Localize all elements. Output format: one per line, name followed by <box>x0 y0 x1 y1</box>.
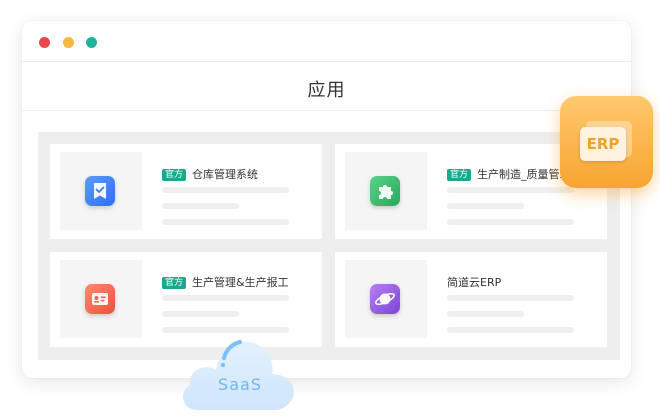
app-card-title: 生产管理&生产报工 <box>192 275 289 289</box>
app-thumbnail <box>345 152 427 230</box>
placeholder-line <box>447 311 524 317</box>
app-grid: 官方 仓库管理系统 官方 生产制造_质量管理 官方 生产管理&生产报工 简道云E… <box>38 132 620 360</box>
official-badge: 官方 <box>162 276 187 289</box>
cloud-icon <box>183 340 294 410</box>
placeholder-line <box>162 187 289 193</box>
app-thumbnail <box>345 260 427 338</box>
app-thumbnail <box>60 260 142 338</box>
id-card-icon <box>85 284 115 314</box>
saas-label: SaaS <box>218 375 262 394</box>
erp-app-icon: ERP <box>560 96 653 188</box>
placeholder-line <box>447 203 524 209</box>
window-titlebar <box>22 21 631 62</box>
official-badge: 官方 <box>447 168 472 181</box>
placeholder-line <box>447 219 574 225</box>
window-minimize-button[interactable] <box>63 37 74 48</box>
erp-label: ERP <box>580 127 626 161</box>
placeholder-line <box>162 203 239 209</box>
placeholder-line <box>447 327 574 333</box>
app-card-jiandaoyun-erp[interactable]: 简道云ERP <box>335 252 607 347</box>
page-header: 应用 <box>22 62 631 111</box>
app-card-title: 仓库管理系统 <box>192 167 259 181</box>
placeholder-line <box>162 311 239 317</box>
app-thumbnail <box>60 152 142 230</box>
placeholder-line <box>447 295 574 301</box>
app-card-warehouse[interactable]: 官方 仓库管理系统 <box>50 144 322 239</box>
window-maximize-button[interactable] <box>86 37 97 48</box>
checklist-icon <box>85 176 115 206</box>
planet-icon <box>370 284 400 314</box>
placeholder-line <box>447 187 574 193</box>
page-title: 应用 <box>307 80 346 101</box>
app-card-title: 简道云ERP <box>447 275 502 289</box>
app-card-title: 生产制造_质量管理 <box>477 167 571 181</box>
window-close-button[interactable] <box>39 37 50 48</box>
placeholder-line <box>162 295 289 301</box>
app-window: 应用 官方 仓库管理系统 官方 生产制造_质量管理 官方 生产管理&生产报工 简… <box>22 21 631 378</box>
placeholder-line <box>162 219 289 225</box>
puzzle-icon <box>370 176 400 206</box>
official-badge: 官方 <box>162 168 187 181</box>
